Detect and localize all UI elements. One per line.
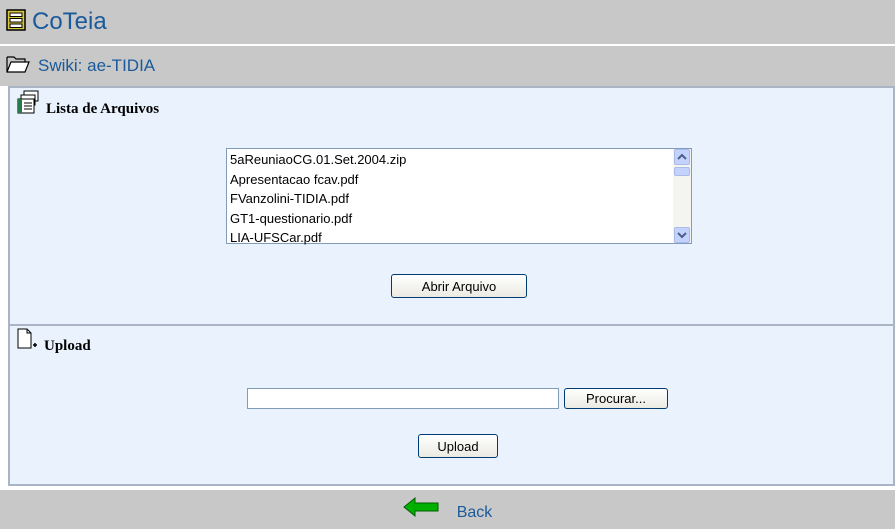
file-list-scrollbar[interactable] <box>673 149 691 243</box>
browse-button[interactable]: Procurar... <box>564 388 668 409</box>
scroll-up-button[interactable] <box>674 149 690 165</box>
scroll-down-button[interactable] <box>674 227 690 243</box>
scroll-thumb[interactable] <box>674 167 690 176</box>
new-file-icon <box>16 328 38 357</box>
app-title: CoTeia <box>32 8 107 35</box>
folder-open-icon <box>6 54 30 79</box>
chevron-up-icon <box>677 153 687 160</box>
file-list-header: Lista de Arquivos <box>16 90 159 121</box>
file-item[interactable]: GT1-questionario.pdf <box>230 209 691 229</box>
file-list-panel: Lista de Arquivos 5aReuniaoCG.01.Set.200… <box>8 86 895 326</box>
upload-button[interactable]: Upload <box>418 434 498 458</box>
back-arrow-icon <box>402 496 439 523</box>
upload-panel: Upload Procurar... Upload <box>8 324 895 486</box>
swiki-title: Swiki: ae-TIDIA <box>38 56 156 75</box>
upload-header: Upload <box>16 328 91 357</box>
file-item[interactable]: FVanzolini-TIDIA.pdf <box>230 189 691 209</box>
file-item[interactable]: 5aReuniaoCG.01.Set.2004.zip <box>230 150 691 170</box>
file-listbox[interactable]: 5aReuniaoCG.01.Set.2004.zip Apresentacao… <box>226 148 692 245</box>
open-file-button[interactable]: Abrir Arquivo <box>391 274 527 298</box>
app-title-bar: CoTeia <box>0 0 895 44</box>
file-path-input[interactable] <box>247 388 559 409</box>
file-stack-icon <box>16 90 40 121</box>
file-list-heading: Lista de Arquivos <box>46 101 160 117</box>
file-item[interactable]: LIA-UFSCar.pdf <box>230 228 691 248</box>
chevron-down-icon <box>677 232 687 239</box>
app-logo-icon <box>6 8 26 36</box>
file-item[interactable]: Apresentacao fcav.pdf <box>230 170 691 190</box>
swiki-bar: Swiki: ae-TIDIA <box>0 46 895 86</box>
back-link[interactable]: Back <box>402 496 493 523</box>
back-label: Back <box>456 503 493 521</box>
footer-bar: Back <box>0 490 895 529</box>
upload-heading: Upload <box>44 338 91 354</box>
